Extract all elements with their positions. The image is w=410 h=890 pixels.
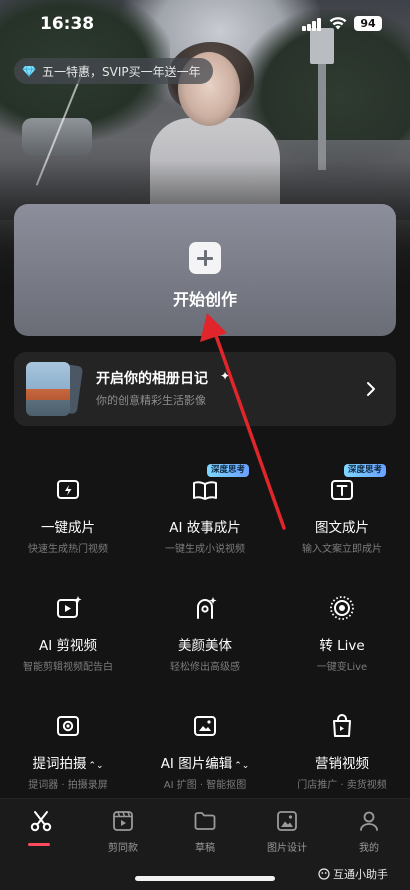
feature-name: 一键成片 bbox=[41, 520, 95, 536]
feature-ai-image-edit[interactable]: AI 图片编辑 ⌃⌄ AI 扩图 · 智能抠图 bbox=[137, 712, 273, 812]
start-creation-label: 开始创作 bbox=[172, 290, 237, 309]
feature-name: 图文成片 bbox=[315, 520, 369, 536]
nav-item-templates[interactable]: 剪同款 bbox=[82, 799, 164, 859]
status-time: 16:38 bbox=[40, 14, 95, 34]
nav-label: 图片设计 bbox=[267, 843, 307, 854]
feature-name: 营销视频 bbox=[315, 756, 369, 772]
album-diary-card[interactable]: 开启你的相册日记 ✦ 你的创意精彩生活影像 bbox=[14, 352, 396, 426]
feature-desc: 输入文案立即成片 bbox=[302, 544, 382, 555]
promo-text: 五一特惠，SVIP买一年送一年 bbox=[42, 64, 201, 79]
feature-desc: 门店推广 · 卖货视频 bbox=[297, 780, 387, 791]
nav-item-profile[interactable]: 我的 bbox=[328, 799, 410, 859]
feature-desc: 一键生成小说视频 bbox=[165, 544, 245, 555]
feature-name: 美颜美体 bbox=[178, 638, 232, 654]
cellular-signal-icon bbox=[302, 18, 322, 31]
feature-desc: 一键变Live bbox=[316, 662, 368, 673]
watermark: 互通小助手 bbox=[318, 866, 388, 882]
nav-label: 剪同款 bbox=[108, 843, 138, 854]
feature-ai-edit-video[interactable]: AI 剪视频 智能剪辑视频配告白 bbox=[0, 594, 136, 694]
album-card-title: 开启你的相册日记 bbox=[96, 371, 208, 387]
nav-label: 我的 bbox=[359, 843, 379, 854]
plus-icon bbox=[189, 242, 221, 274]
template-icon bbox=[113, 811, 133, 831]
nav-label: 草稿 bbox=[195, 843, 215, 854]
feature-marketing-video[interactable]: 营销视频 门店推广 · 卖货视频 bbox=[274, 712, 410, 812]
watermark-logo-icon bbox=[318, 868, 330, 880]
lightning-play-icon bbox=[57, 480, 79, 499]
battery-indicator: 94 bbox=[354, 16, 382, 31]
wifi-icon bbox=[329, 17, 347, 30]
chevron-up-down-icon: ⌃⌄ bbox=[88, 761, 104, 771]
album-thumbnail bbox=[26, 362, 70, 416]
feature-beauty[interactable]: 美颜美体 轻松修出高级感 bbox=[137, 594, 273, 694]
feature-teleprompter-shoot[interactable]: 提词拍摄 ⌃⌄ 提词器 · 拍摄录屏 bbox=[0, 712, 136, 812]
profile-icon bbox=[360, 811, 378, 831]
feature-desc: 快速生成热门视频 bbox=[28, 544, 108, 555]
feature-desc: 提词器 · 拍摄录屏 bbox=[28, 780, 108, 791]
feature-desc: 智能剪辑视频配告白 bbox=[23, 662, 113, 673]
feature-text-to-video[interactable]: 深度思考 图文成片 输入文案立即成片 bbox=[274, 464, 410, 576]
image-icon bbox=[277, 811, 297, 831]
nav-item-edit[interactable] bbox=[0, 799, 82, 859]
feature-one-click-video[interactable]: 一键成片 快速生成热门视频 bbox=[0, 476, 136, 576]
chevron-right-icon bbox=[367, 382, 375, 396]
watermark-text: 互通小助手 bbox=[333, 868, 388, 881]
scissors-icon bbox=[30, 811, 52, 832]
feature-name: 转 Live bbox=[319, 638, 365, 654]
feature-name: AI 故事成片 bbox=[169, 520, 241, 536]
play-spark-icon bbox=[57, 596, 82, 618]
chevron-up-down-icon: ⌃⌄ bbox=[234, 761, 250, 771]
start-creation-button[interactable]: 开始创作 bbox=[14, 204, 396, 336]
feature-desc: 轻松修出高级感 bbox=[170, 662, 240, 673]
face-beauty-icon bbox=[197, 597, 217, 619]
folder-icon bbox=[194, 812, 216, 830]
feature-name: AI 剪视频 bbox=[38, 638, 97, 654]
feature-convert-live[interactable]: 转 Live 一键变Live bbox=[274, 594, 410, 694]
shopping-bag-icon bbox=[333, 714, 351, 737]
feature-name: AI 图片编辑 ⌃⌄ bbox=[160, 756, 250, 772]
nav-item-image-design[interactable]: 图片设计 bbox=[246, 799, 328, 859]
diamond-icon bbox=[22, 65, 36, 78]
book-icon bbox=[193, 481, 217, 500]
image-edit-icon bbox=[194, 716, 216, 736]
feature-desc: AI 扩图 · 智能抠图 bbox=[163, 780, 247, 791]
live-icon bbox=[330, 596, 354, 620]
nav-item-drafts[interactable]: 草稿 bbox=[164, 799, 246, 859]
nav-active-indicator bbox=[28, 843, 50, 846]
home-indicator bbox=[135, 876, 275, 881]
status-bar: 16:38 94 bbox=[0, 0, 410, 46]
album-card-subtitle: 你的创意精彩生活影像 bbox=[96, 394, 206, 407]
promo-banner[interactable]: 五一特惠，SVIP买一年送一年 bbox=[14, 58, 213, 84]
feature-name: 提词拍摄 ⌃⌄ bbox=[32, 756, 104, 772]
feature-ai-story-video[interactable]: 深度思考 AI 故事成片 一键生成小说视频 bbox=[137, 464, 273, 576]
text-frame-icon bbox=[331, 480, 353, 500]
sparkle-icon: ✦ bbox=[220, 369, 231, 383]
camera-record-icon bbox=[57, 716, 79, 736]
